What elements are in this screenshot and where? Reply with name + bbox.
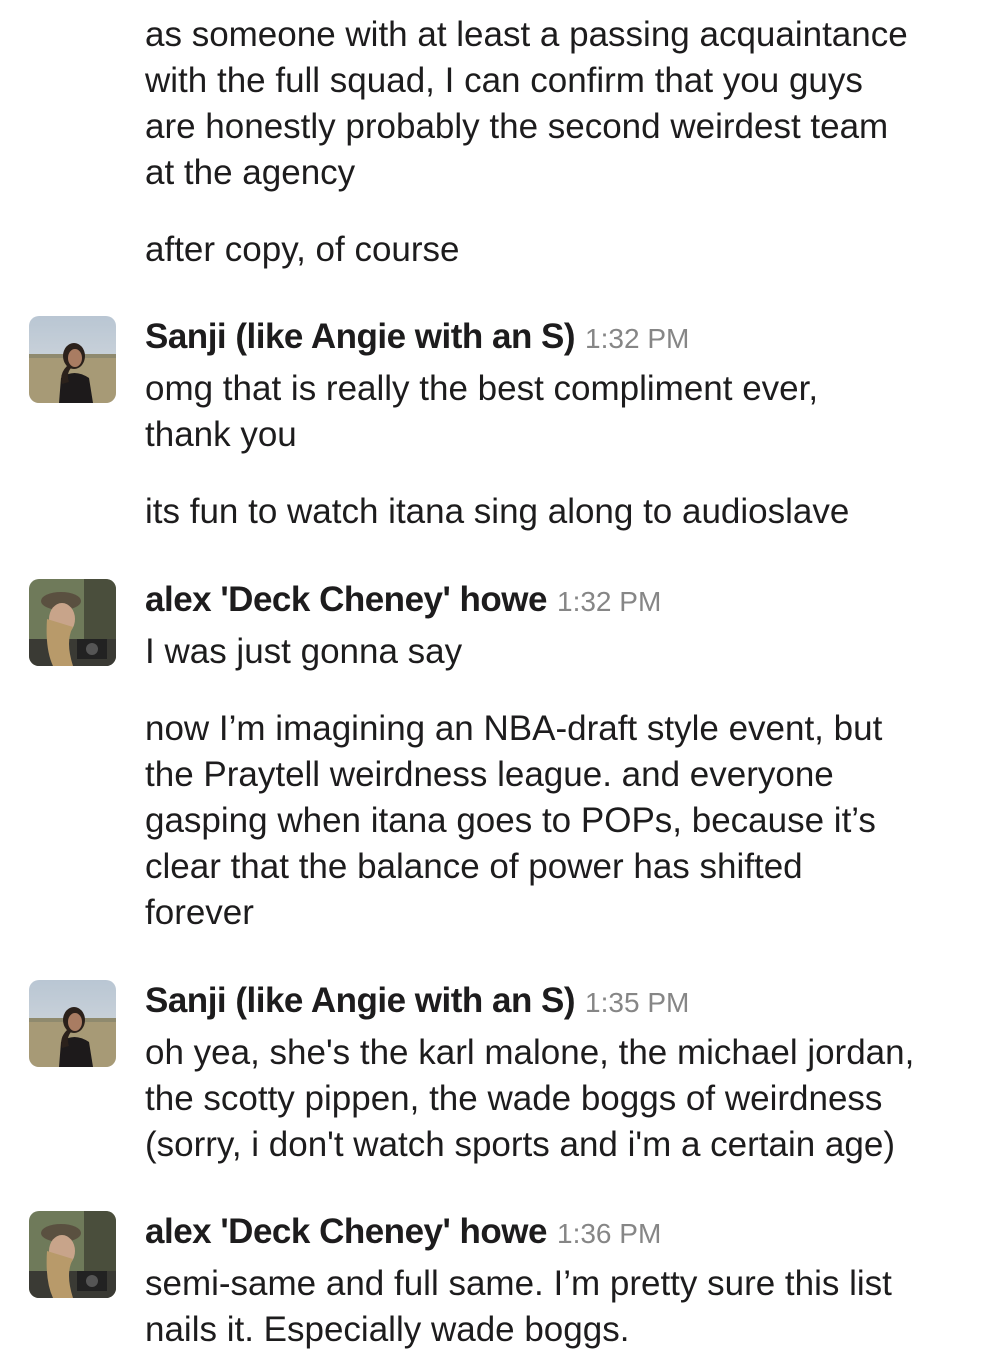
avatar-alex[interactable] — [29, 579, 116, 666]
message-text: as someone with at least a passing acqua… — [145, 15, 908, 192]
sender-name[interactable]: Sanji (like Angie with an S) — [145, 981, 576, 1020]
message-header: Sanji (like Angie with an S) 1:32 PM — [145, 314, 689, 360]
timestamp[interactable]: 1:32 PM — [585, 323, 689, 354]
message-list: as someone with at least a passing acqua… — [0, 0, 1000, 1369]
message-header: alex 'Deck Cheney' howe 1:36 PM — [145, 1209, 661, 1255]
message-text: semi-same and full same. I’m pretty sure… — [145, 1264, 892, 1349]
message-text: I was just gonna say — [145, 632, 463, 671]
timestamp[interactable]: 1:32 PM — [557, 586, 661, 617]
message-text: omg that is really the best compliment e… — [145, 369, 819, 454]
timestamp[interactable]: 1:35 PM — [585, 987, 689, 1018]
message-text: now I’m imagining an NBA-draft style eve… — [145, 709, 883, 932]
sender-name[interactable]: alex 'Deck Cheney' howe — [145, 580, 548, 619]
avatar-alex[interactable] — [29, 1211, 116, 1298]
sender-name[interactable]: Sanji (like Angie with an S) — [145, 317, 576, 356]
sender-name[interactable]: alex 'Deck Cheney' howe — [145, 1212, 548, 1251]
message-header: Sanji (like Angie with an S) 1:35 PM — [145, 978, 689, 1024]
avatar-sanji[interactable] — [29, 316, 116, 403]
message-header: alex 'Deck Cheney' howe 1:32 PM — [145, 577, 661, 623]
message-text: after copy, of course — [145, 230, 460, 269]
message-text: oh yea, she's the karl malone, the micha… — [145, 1033, 915, 1164]
message-text: its fun to watch itana sing along to aud… — [145, 492, 850, 531]
avatar-sanji[interactable] — [29, 980, 116, 1067]
timestamp[interactable]: 1:36 PM — [557, 1218, 661, 1249]
